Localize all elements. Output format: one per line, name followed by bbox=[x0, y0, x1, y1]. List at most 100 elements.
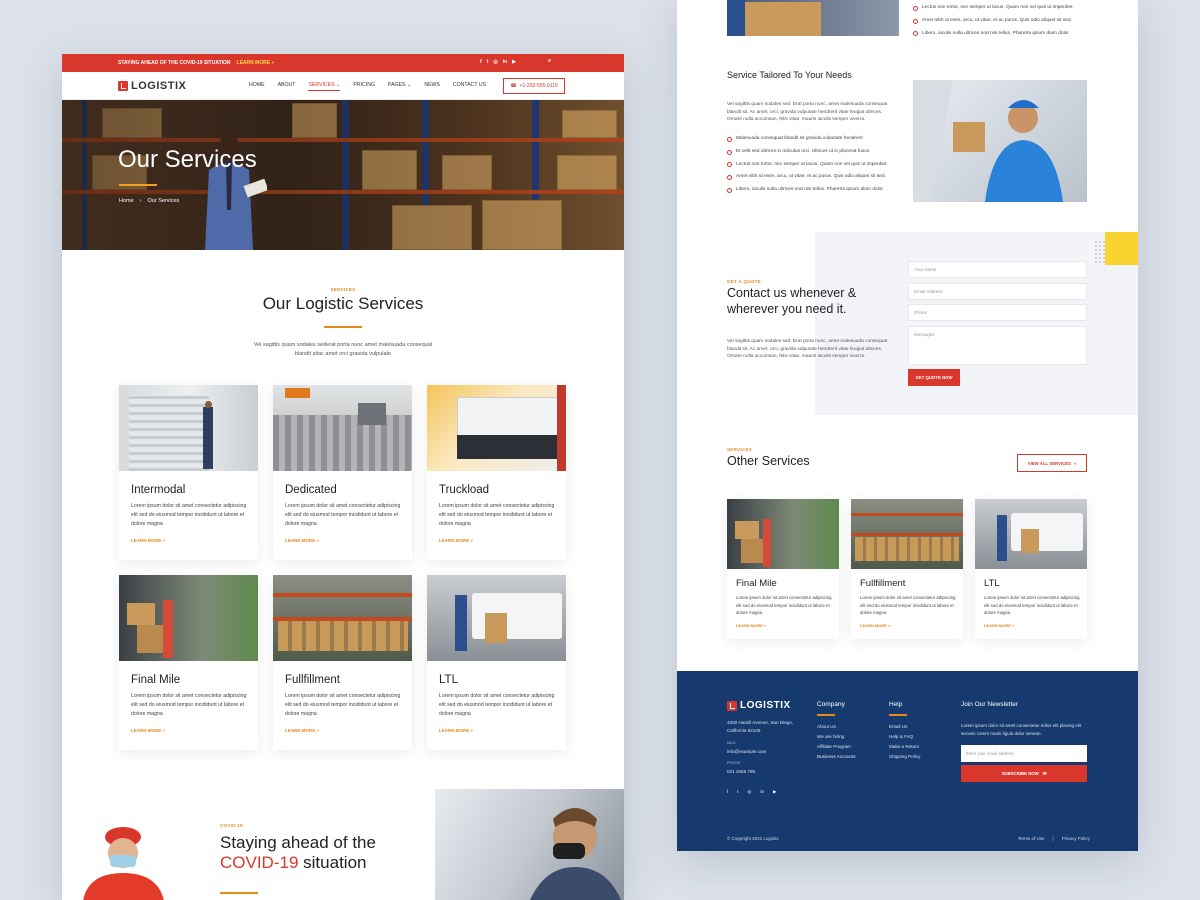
facebook-icon[interactable]: f bbox=[480, 59, 482, 65]
learn-more-link[interactable]: LEARN MORE » bbox=[285, 728, 412, 733]
list-item: Amet nibh id enim, arcu, ut vitae, et ac… bbox=[913, 15, 1074, 28]
check-icon bbox=[727, 149, 732, 155]
linkedin-icon[interactable]: in bbox=[503, 59, 507, 65]
learn-more-link[interactable]: LEARN MORE » bbox=[439, 538, 566, 543]
logo[interactable]: LOGISTIX bbox=[118, 80, 186, 92]
list-item: Libero, iaculis nulla ultrices erat nisi… bbox=[727, 184, 888, 197]
search-icon[interactable]: ⌕ bbox=[548, 58, 551, 65]
covid-title-line-2: situation bbox=[303, 853, 367, 872]
twitter-icon[interactable]: t bbox=[737, 789, 738, 795]
chevron-down-icon: ⌄ bbox=[406, 82, 412, 88]
service-card[interactable]: LTL Lorem ipsum dolor sit amet consectet… bbox=[427, 575, 566, 750]
check-icon bbox=[913, 18, 918, 24]
service-card[interactable]: Intermodal Lorem ipsum dolor sit amet co… bbox=[119, 385, 258, 560]
get-quote-button[interactable]: GET QUOTE NOW bbox=[908, 369, 960, 386]
instagram-icon[interactable]: ◎ bbox=[748, 789, 752, 795]
privacy-link[interactable]: Privacy Policy bbox=[1062, 836, 1090, 841]
email-field[interactable]: Email Address bbox=[908, 283, 1087, 300]
list-item-text: Amet nibh id enim, arcu, ut vitae, et ac… bbox=[922, 17, 1072, 23]
service-card[interactable]: Final Mile Lorem ipsum dolor sit amet co… bbox=[119, 575, 258, 750]
announcement-learn-more-link[interactable]: LEARN MORE » bbox=[237, 60, 275, 66]
footer-link[interactable]: We are hiring bbox=[817, 732, 856, 742]
learn-more-link[interactable]: LEARN MORE » bbox=[131, 728, 258, 733]
service-card-image bbox=[427, 385, 566, 471]
nav-item-about[interactable]: ABOUT bbox=[278, 82, 296, 91]
service-card-text: Lorem ipsum dolor sit amet consectetur a… bbox=[285, 693, 401, 717]
footer-link[interactable]: About Us bbox=[817, 722, 856, 732]
phone-field[interactable]: Phone bbox=[908, 304, 1087, 321]
accent-square bbox=[1105, 232, 1138, 265]
nav-item-home[interactable]: HOME bbox=[249, 82, 265, 91]
list-item-text: Amet nibh id enim, arcu, ut vitae, et ac… bbox=[736, 174, 886, 180]
facebook-icon[interactable]: f bbox=[727, 789, 728, 795]
service-card[interactable]: Fullfillment Lorem ipsum dolor sit amet … bbox=[273, 575, 412, 750]
linkedin-icon[interactable]: in bbox=[760, 789, 764, 795]
service-card-text: Lorem ipsum dolor sit amet consectetur a… bbox=[984, 595, 1080, 615]
footer-link[interactable]: Make a Return bbox=[889, 742, 920, 752]
covid-kicker: COVID 19 bbox=[220, 823, 243, 828]
other-services-kicker: SERVICES bbox=[727, 447, 753, 452]
footer-link[interactable]: Affiliate Program bbox=[817, 742, 856, 752]
top-photo bbox=[727, 0, 899, 36]
footer-link[interactable]: Business Accounts bbox=[817, 752, 856, 762]
youtube-icon[interactable]: ▶ bbox=[512, 59, 516, 65]
learn-more-link[interactable]: LEARN MORE » bbox=[860, 623, 963, 628]
youtube-icon[interactable]: ▶ bbox=[773, 789, 776, 795]
service-card-image bbox=[273, 385, 412, 471]
terms-link[interactable]: Terms of Use bbox=[1018, 836, 1045, 841]
footer-link[interactable]: Shipping Policy bbox=[889, 752, 920, 762]
name-field[interactable]: Your Name bbox=[908, 261, 1087, 278]
services-description-line-2: blandit sitac amet orci gravida vulpulat… bbox=[294, 351, 392, 357]
breadcrumb-home[interactable]: Home bbox=[119, 198, 134, 204]
other-service-card[interactable]: Final Mile Lorem ipsum dolor sit amet co… bbox=[727, 499, 839, 639]
nav-item-services[interactable]: SERVICES ⌄ bbox=[308, 82, 341, 91]
masked-worker-illustration bbox=[83, 827, 164, 900]
covid-title: Staying ahead of the COVID-19 situation bbox=[220, 833, 376, 873]
service-card[interactable]: Truckload Lorem ipsum dolor sit amet con… bbox=[427, 385, 566, 560]
footer-link[interactable]: Email Us bbox=[889, 722, 920, 732]
service-card-text: Lorem ipsum dolor sit amet consectetur a… bbox=[860, 595, 956, 615]
social-links: f t ◎ in ▶ bbox=[480, 59, 516, 65]
list-item-text: Lectus non tortor, nec semper ut lacus. … bbox=[922, 5, 1074, 10]
list-item: Et velit sed ultrices in ridiculus orci.… bbox=[727, 146, 888, 159]
view-all-services-button[interactable]: VIEW ALL SERVICES» bbox=[1017, 454, 1087, 472]
top-bullet-list: Lectus non tortor, nec semper ut lacus. … bbox=[913, 2, 1074, 40]
service-card-image bbox=[273, 575, 412, 661]
nav-item-contact[interactable]: CONTACT US bbox=[453, 82, 486, 91]
list-item: Malesuada consequat blandit sit gravida … bbox=[727, 133, 888, 146]
learn-more-link[interactable]: LEARN MORE » bbox=[736, 623, 839, 628]
footer-mail[interactable]: info@example.com bbox=[727, 748, 793, 756]
service-card[interactable]: Dedicated Lorem ipsum dolor sit amet con… bbox=[273, 385, 412, 560]
message-field[interactable]: Messages bbox=[908, 326, 1087, 365]
learn-more-link[interactable]: LEARN MORE » bbox=[984, 623, 1087, 628]
nav-item-news[interactable]: NEWS bbox=[424, 82, 440, 91]
announcement-text: STAYING AHEAD OF THE COVID-19 SITUATION bbox=[118, 60, 231, 66]
learn-more-label: LEARN MORE bbox=[860, 622, 887, 628]
instagram-icon[interactable]: ◎ bbox=[493, 59, 497, 65]
nav-item-pages[interactable]: PAGES ⌄ bbox=[388, 82, 411, 91]
site-footer: LOGISTIX 4200 Hamill Avenue, San Diego, … bbox=[677, 671, 1138, 851]
subscribe-button[interactable]: SUBSCRIBE NOW ✉ bbox=[961, 765, 1087, 782]
footer-link[interactable]: Help & FAQ bbox=[889, 732, 920, 742]
copyright: © Copyright 2021 Logistix bbox=[727, 836, 779, 841]
learn-more-link[interactable]: LEARN MORE » bbox=[285, 538, 412, 543]
footer-logo[interactable]: LOGISTIX bbox=[727, 700, 791, 711]
nav-menu: HOME ABOUT SERVICES ⌄ PRICING PAGES ⌄ NE… bbox=[249, 82, 486, 91]
learn-more-link[interactable]: LEARN MORE » bbox=[131, 538, 258, 543]
nav-item-pricing[interactable]: PRICING bbox=[353, 82, 375, 91]
other-service-card[interactable]: LTL Lorem ipsum dolor sit amet consectet… bbox=[975, 499, 1087, 639]
services-description: Vel sagittis quam sodales sederat porta … bbox=[62, 341, 624, 359]
learn-more-label: LEARN MORE bbox=[439, 538, 470, 543]
learn-more-link[interactable]: LEARN MORE » bbox=[439, 728, 566, 733]
tailored-title: Service Tailored To Your Needs bbox=[727, 70, 852, 80]
service-card-text: Lorem ipsum dolor sit amet consectetur a… bbox=[131, 693, 247, 717]
other-service-card[interactable]: Fullfillment Lorem ipsum dolor sit amet … bbox=[851, 499, 963, 639]
phone-button[interactable]: ☎ +1-202-555-0119 bbox=[503, 78, 565, 94]
breadcrumb-current: Our Services bbox=[147, 198, 180, 204]
learn-more-label: LEARN MORE bbox=[439, 728, 470, 733]
nav-item-pages-label: PAGES bbox=[388, 82, 406, 88]
newsletter-email-input[interactable]: Enter your email address bbox=[961, 745, 1087, 762]
twitter-icon[interactable]: t bbox=[487, 59, 489, 65]
service-card-title: Intermodal bbox=[131, 484, 186, 496]
footer-phone[interactable]: 021 3456 789 bbox=[727, 768, 793, 776]
